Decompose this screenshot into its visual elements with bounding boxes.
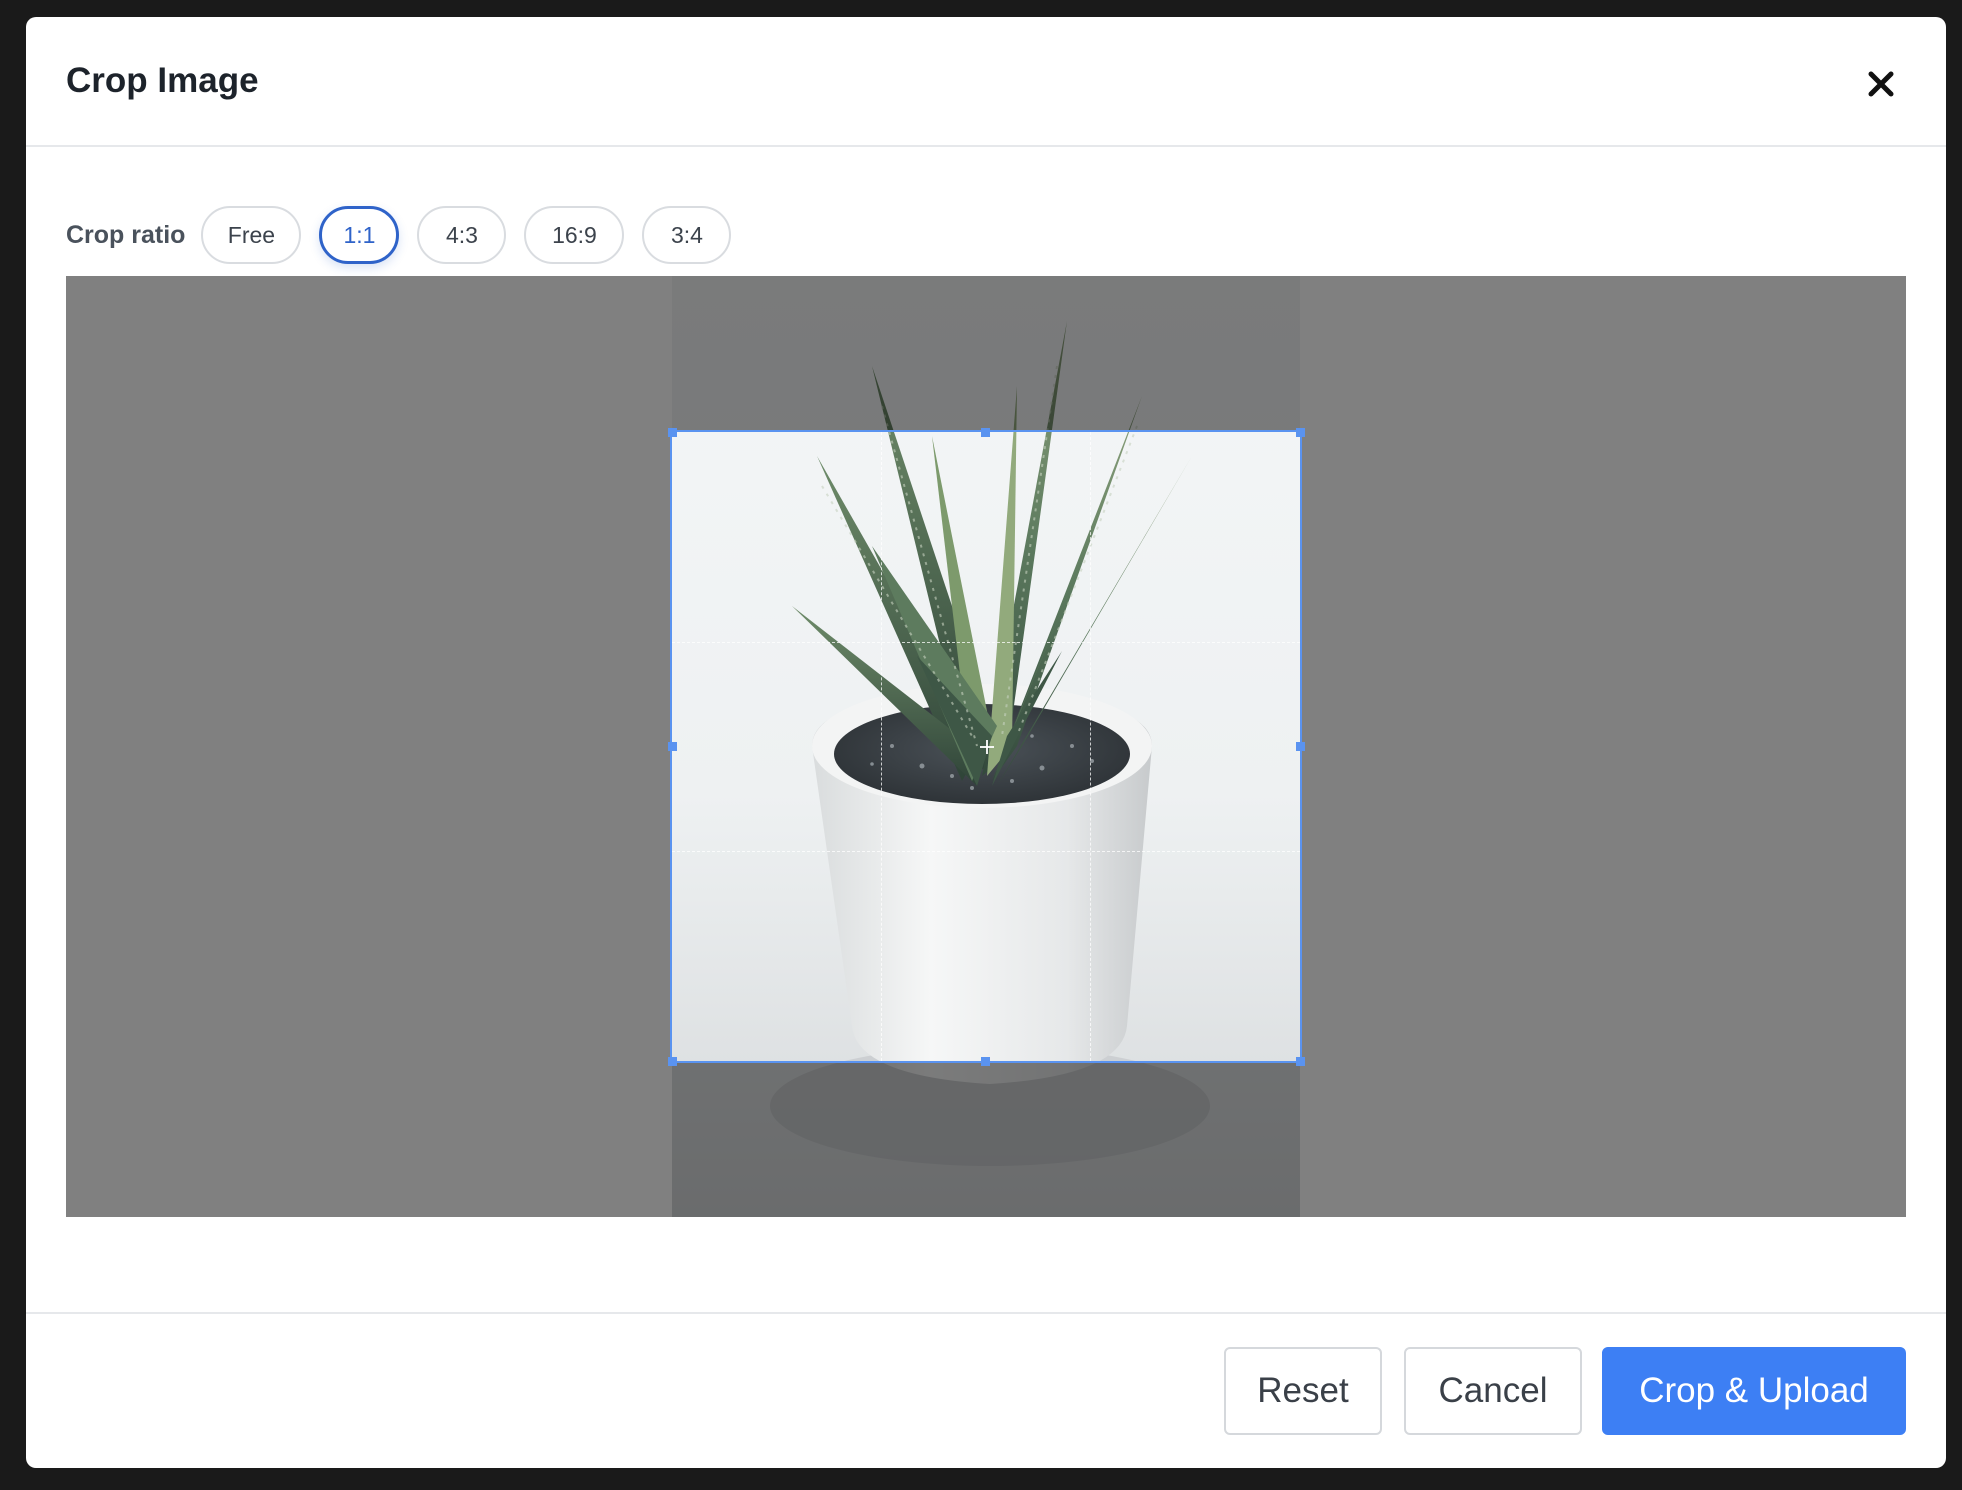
crop-ratio-label: Crop ratio xyxy=(66,220,186,249)
crop-handle-top-left[interactable] xyxy=(668,428,677,437)
dialog-footer: Reset Cancel Crop & Upload xyxy=(26,1312,1946,1468)
crop-handle-left[interactable] xyxy=(668,742,677,751)
dialog-header: Crop Image xyxy=(26,17,1946,147)
crosshair-icon xyxy=(980,740,994,754)
crop-selection-box[interactable] xyxy=(670,430,1302,1063)
crop-handle-top[interactable] xyxy=(981,428,990,437)
crop-grid-line xyxy=(672,851,1300,852)
ratio-option-free[interactable]: Free xyxy=(201,206,302,264)
crop-grid-line xyxy=(881,432,882,1061)
crop-upload-button[interactable]: Crop & Upload xyxy=(1602,1347,1906,1435)
crop-ratio-selector: Crop ratio Free 1:1 4:3 16:9 3:4 xyxy=(66,205,749,265)
close-button[interactable] xyxy=(1858,61,1904,107)
ratio-option-4-3[interactable]: 4:3 xyxy=(417,206,507,264)
crop-grid-line xyxy=(1090,432,1091,1061)
reset-button[interactable]: Reset xyxy=(1224,1347,1382,1435)
ratio-option-16-9[interactable]: 16:9 xyxy=(524,206,625,264)
crop-handle-bottom-right[interactable] xyxy=(1296,1057,1305,1066)
ratio-option-1-1[interactable]: 1:1 xyxy=(319,206,400,264)
crop-handle-right[interactable] xyxy=(1296,742,1305,751)
crop-workspace xyxy=(66,276,1906,1217)
crop-handle-bottom[interactable] xyxy=(981,1057,990,1066)
ratio-option-3-4[interactable]: 3:4 xyxy=(642,206,732,264)
crop-image-dialog: Crop Image Crop ratio Free 1:1 4:3 16:9 … xyxy=(26,17,1946,1468)
cancel-button[interactable]: Cancel xyxy=(1404,1347,1582,1435)
crop-handle-bottom-left[interactable] xyxy=(668,1057,677,1066)
close-icon xyxy=(1868,71,1894,97)
crop-handle-top-right[interactable] xyxy=(1296,428,1305,437)
crop-grid-line xyxy=(672,642,1300,643)
dialog-title: Crop Image xyxy=(66,61,259,100)
